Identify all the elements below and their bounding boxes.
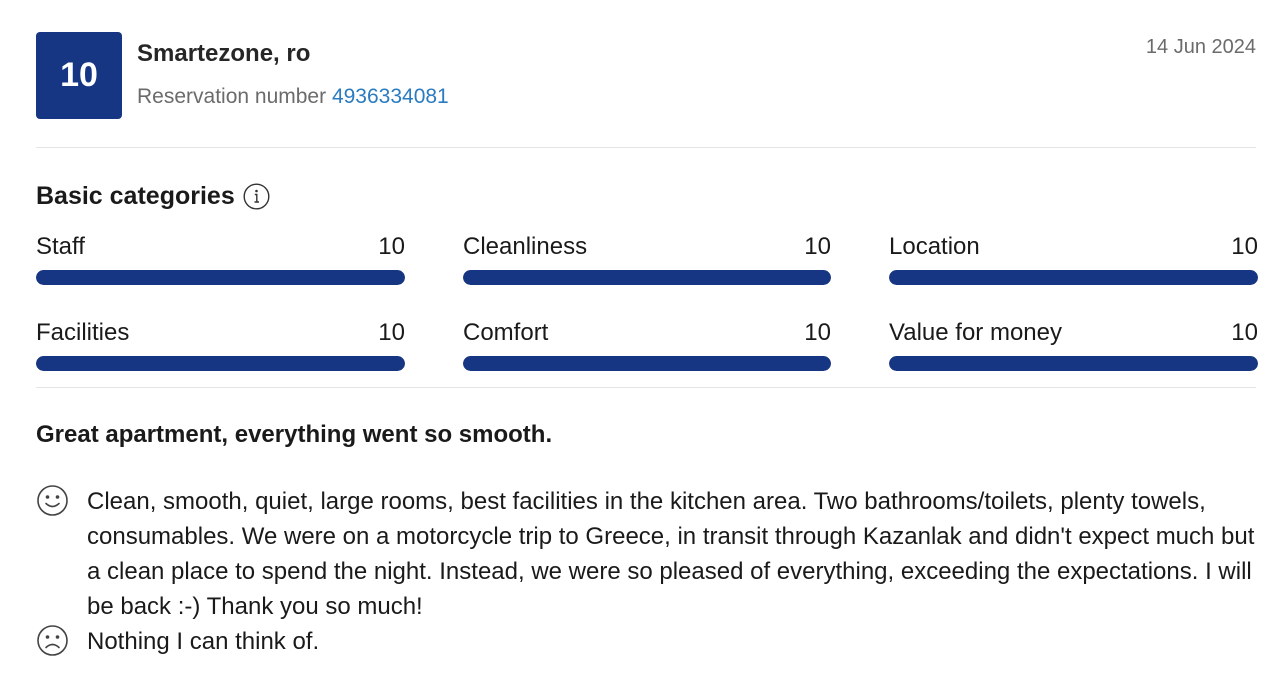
category-bar-fill xyxy=(889,270,1258,285)
category-label: Staff xyxy=(36,233,85,260)
category-bar-fill xyxy=(36,270,405,285)
category-cleanliness: Cleanliness 10 xyxy=(463,232,831,285)
category-label: Comfort xyxy=(463,319,549,346)
negative-text: Nothing I can think of. xyxy=(87,628,320,655)
category-bar xyxy=(889,270,1258,285)
review-score-badge: 10 xyxy=(36,32,122,119)
categories-section-title: Basic categories xyxy=(36,182,270,211)
category-score: 10 xyxy=(1231,233,1258,260)
category-staff: Staff 10 xyxy=(36,232,405,285)
categories-title: Basic categories xyxy=(36,182,235,210)
category-value-for-money: Value for money 10 xyxy=(889,318,1258,371)
category-bar-fill xyxy=(36,356,405,371)
category-score: 10 xyxy=(804,233,831,260)
divider xyxy=(36,387,1256,388)
category-bar-fill xyxy=(463,356,831,371)
info-icon[interactable] xyxy=(243,183,270,210)
category-bar xyxy=(36,356,405,371)
category-label: Value for money xyxy=(889,319,1062,346)
reviewer-name: Smartezone, ro xyxy=(137,40,311,67)
smiley-face-icon xyxy=(36,484,69,517)
reservation-info: Reservation number 4936334081 xyxy=(137,85,449,109)
category-bar xyxy=(36,270,405,285)
positive-text: Clean, smooth, quiet, large rooms, best … xyxy=(87,488,1255,620)
category-facilities: Facilities 10 xyxy=(36,318,405,371)
review-score: 10 xyxy=(60,56,98,94)
category-location: Location 10 xyxy=(889,232,1258,285)
divider xyxy=(36,147,1256,148)
category-bar xyxy=(889,356,1258,371)
category-bar-fill xyxy=(889,356,1258,371)
negative-comment: Nothing I can think of. xyxy=(36,624,1261,659)
category-comfort: Comfort 10 xyxy=(463,318,831,371)
category-score: 10 xyxy=(1231,319,1258,346)
positive-comment: Clean, smooth, quiet, large rooms, best … xyxy=(36,484,1261,624)
category-grid: Staff 10 Cleanliness 10 Location 10 Faci… xyxy=(36,232,1258,371)
review-date: 14 Jun 2024 xyxy=(1145,36,1256,58)
reservation-label: Reservation number xyxy=(137,85,327,108)
category-score: 10 xyxy=(378,233,405,260)
category-label: Facilities xyxy=(36,319,130,346)
category-bar xyxy=(463,270,831,285)
category-bar-fill xyxy=(463,270,831,285)
category-label: Cleanliness xyxy=(463,233,588,260)
category-score: 10 xyxy=(804,319,831,346)
review-title: Great apartment, everything went so smoo… xyxy=(36,421,553,448)
category-score: 10 xyxy=(378,319,405,346)
category-bar xyxy=(463,356,831,371)
category-label: Location xyxy=(889,233,980,260)
sad-face-icon xyxy=(36,624,69,657)
reservation-number-link[interactable]: 4936334081 xyxy=(332,85,449,108)
